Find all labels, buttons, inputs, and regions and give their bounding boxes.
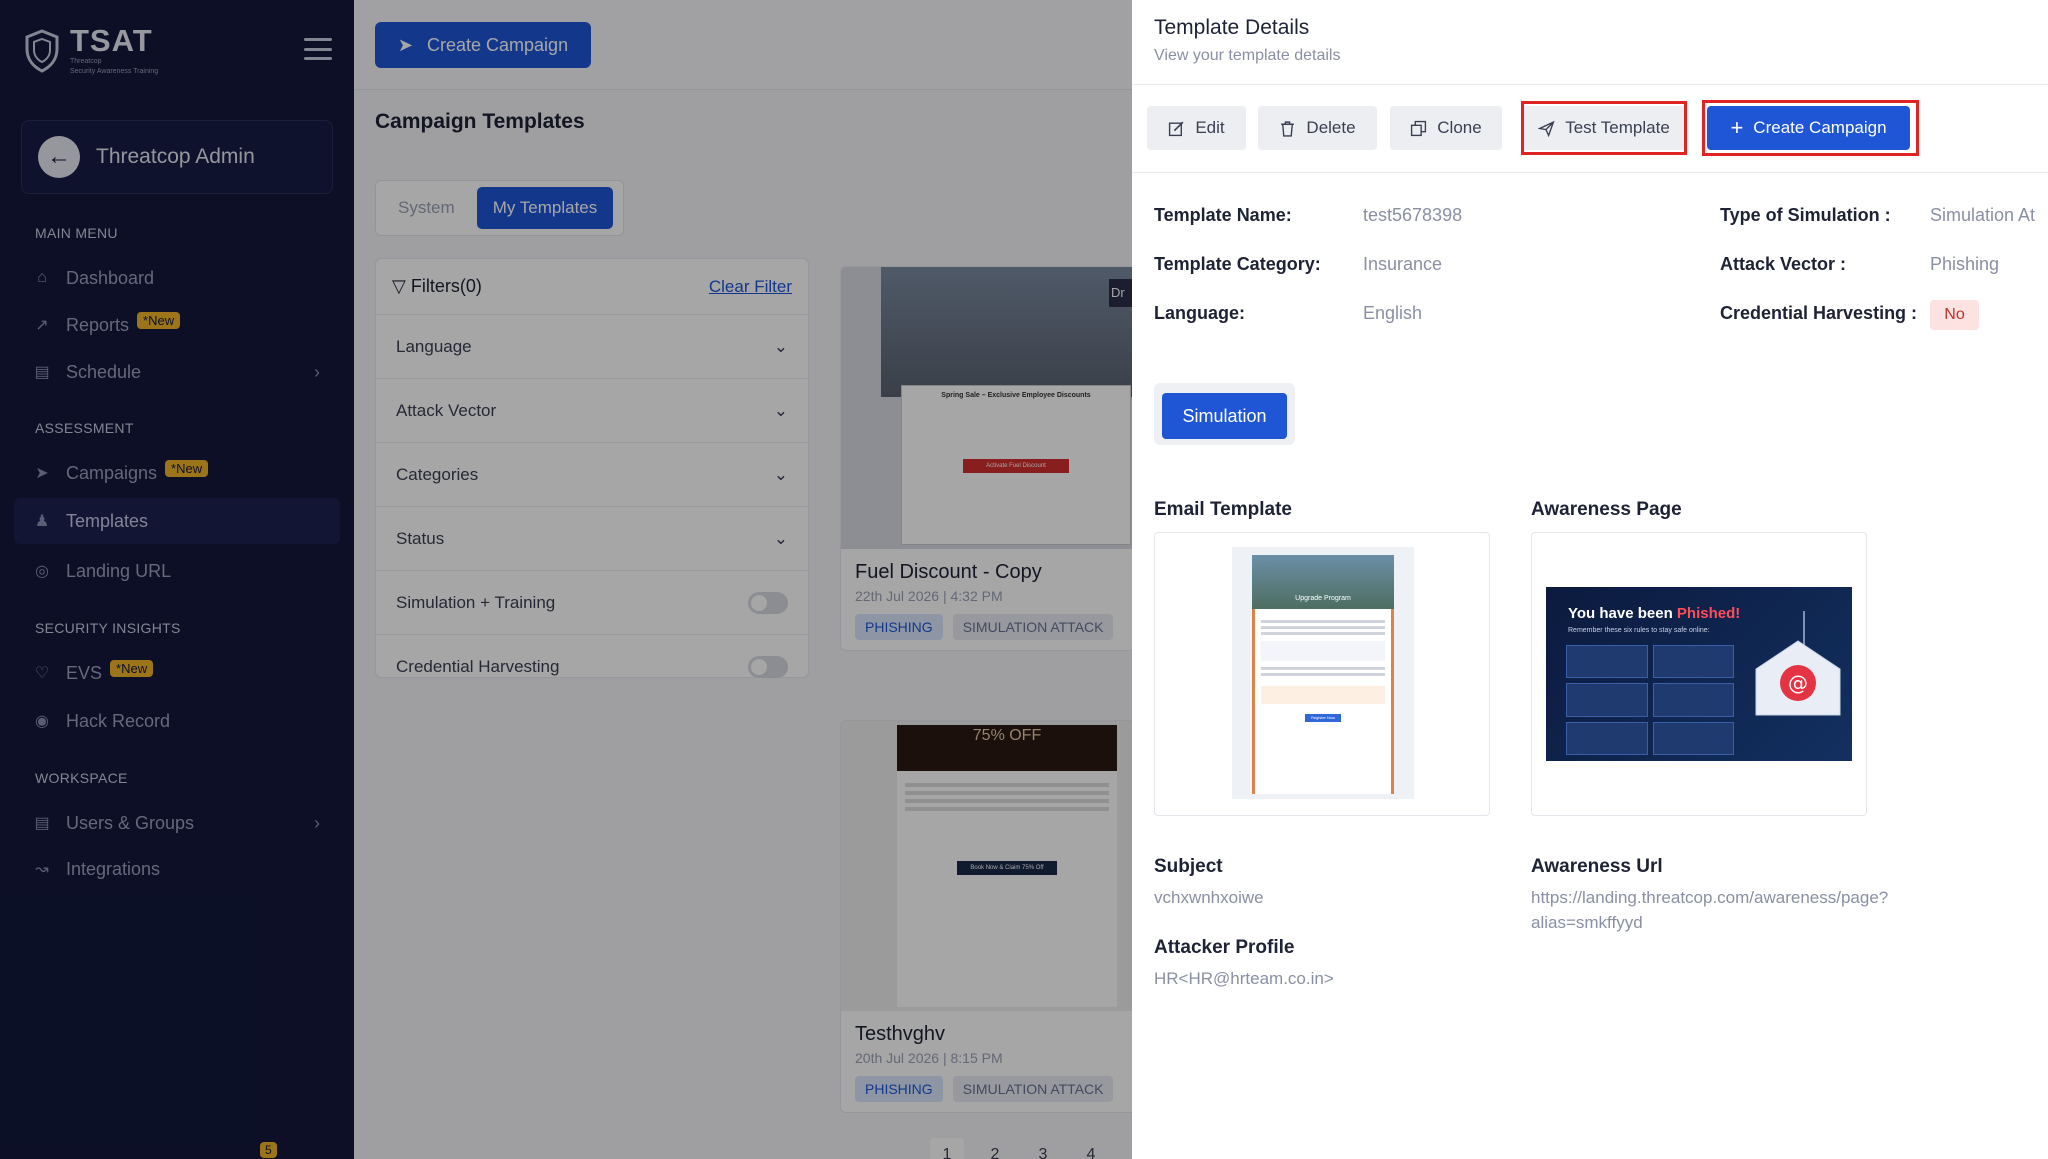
attacker-profile-label: Attacker Profile: [1154, 937, 1295, 958]
highlight-test-template: [1521, 101, 1687, 155]
credential-harvesting-label: Credential Harvesting :: [1720, 303, 1918, 323]
awareness-preview-headline: You have been Phished!: [1568, 605, 1740, 622]
language-value: English: [1363, 303, 1423, 323]
awareness-url-line-1[interactable]: https://landing.threatcop.com/awareness/…: [1531, 885, 1888, 910]
delete-button[interactable]: Delete: [1258, 106, 1377, 150]
clone-label: Clone: [1437, 118, 1482, 137]
email-template-heading: Email Template: [1154, 499, 1292, 520]
email-preview-heading: Upgrade Program: [1295, 595, 1351, 602]
divider: [1132, 84, 2048, 85]
type-of-simulation-value: Simulation At: [1930, 205, 2036, 225]
trash-icon: [1281, 120, 1295, 137]
type-of-simulation-label: Type of Simulation :: [1720, 205, 1891, 225]
clone-icon: [1411, 120, 1427, 136]
template-category-label: Template Category:: [1154, 254, 1321, 274]
headline-phished: Phished!: [1676, 605, 1741, 622]
panel-title: Template Details: [1154, 16, 1310, 39]
template-name-value: test5678398: [1363, 205, 1463, 225]
awareness-page-preview[interactable]: You have been Phished! Remember these si…: [1531, 532, 1867, 816]
template-name-label: Template Name:: [1154, 205, 1292, 225]
awareness-url-line-2[interactable]: alias=smkffyyd: [1531, 910, 1643, 935]
email-template-preview[interactable]: Upgrade Program Register Now: [1154, 532, 1490, 816]
edit-button[interactable]: Edit: [1147, 106, 1246, 150]
panel-subtitle: View your template details: [1154, 47, 1341, 64]
email-preview-button: Register Now: [1305, 714, 1341, 722]
modal-overlay[interactable]: [0, 0, 1132, 1159]
attacker-profile-value: HR<HR@hrteam.co.in>: [1154, 969, 1334, 988]
attack-vector-label: Attack Vector :: [1720, 254, 1847, 274]
divider: [1132, 172, 2048, 173]
delete-label: Delete: [1306, 118, 1356, 137]
awareness-url-label: Awareness Url: [1531, 856, 1663, 877]
highlight-create-campaign: [1702, 100, 1919, 156]
awareness-preview-subline: Remember these six rules to stay safe on…: [1568, 627, 1710, 634]
headline-part: You have been: [1568, 605, 1677, 622]
attack-vector-value: Phishing: [1930, 254, 2000, 274]
svg-text:@: @: [1788, 671, 1808, 695]
awareness-page-heading: Awareness Page: [1531, 499, 1682, 520]
clone-button[interactable]: Clone: [1390, 106, 1502, 150]
subject-label: Subject: [1154, 856, 1223, 877]
tab-simulation[interactable]: Simulation: [1162, 393, 1287, 439]
language-label: Language:: [1154, 303, 1246, 323]
edit-label: Edit: [1195, 118, 1225, 137]
template-category-value: Insurance: [1363, 254, 1443, 274]
phishing-envelope-icon: @: [1755, 611, 1841, 716]
credential-harvesting-badge: No: [1930, 300, 1979, 330]
edit-icon: [1169, 121, 1184, 136]
subject-value: vchxwnhxoiwe: [1154, 888, 1264, 907]
